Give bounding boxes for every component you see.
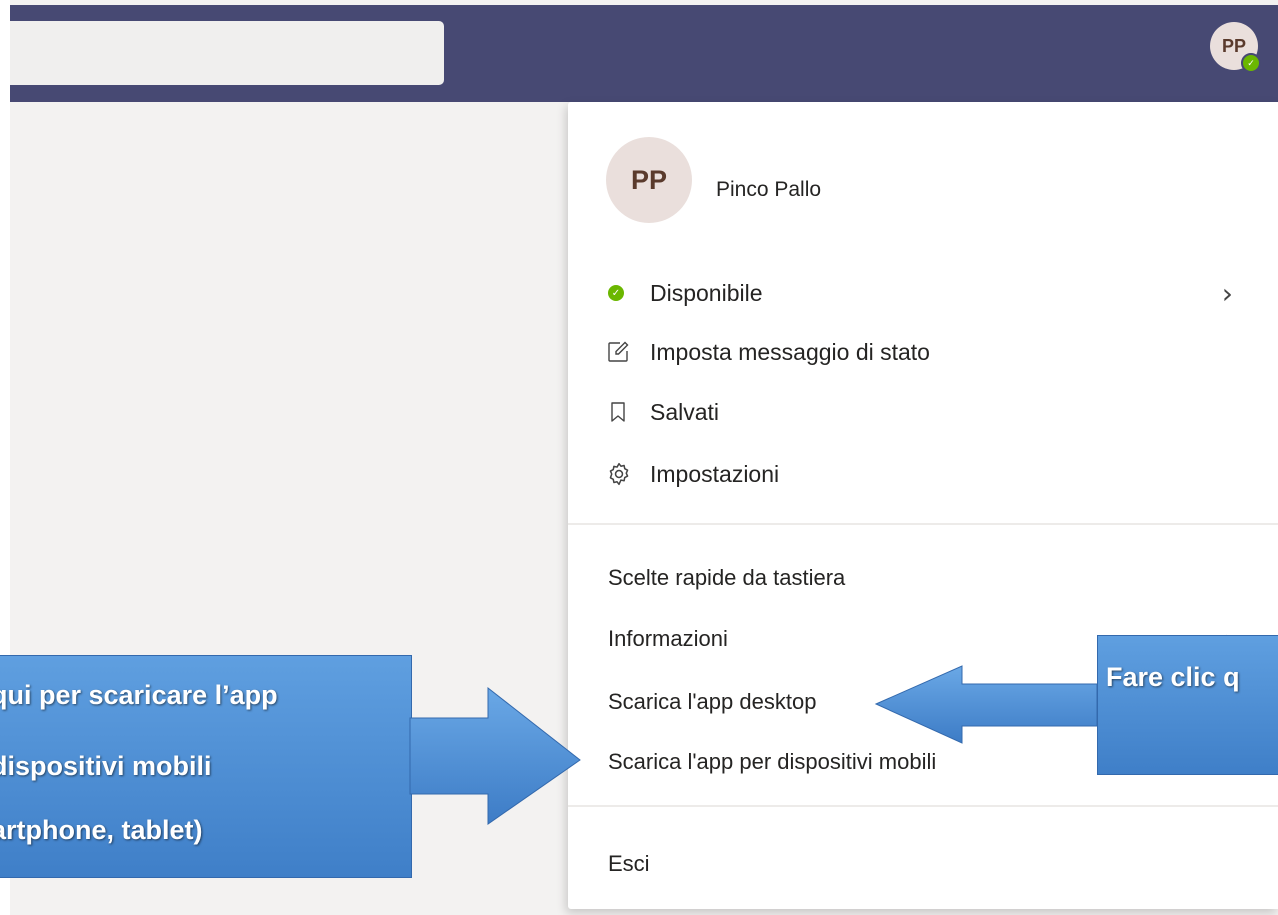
annotation-arrows [409,665,1098,825]
arrow-to-mobile-download [409,686,581,825]
arrow-to-desktop-download [874,665,1098,744]
